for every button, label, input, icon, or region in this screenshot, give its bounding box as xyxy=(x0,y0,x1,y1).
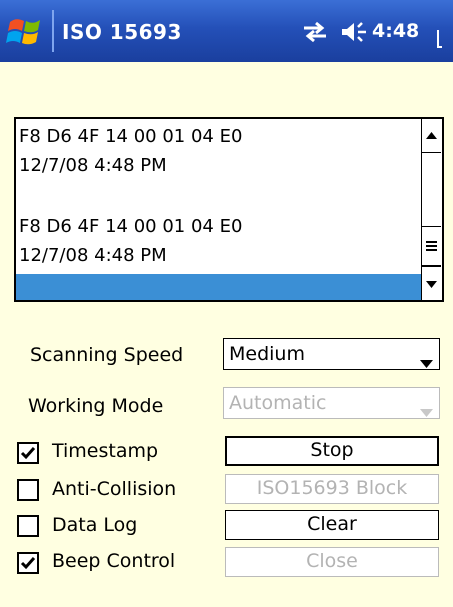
listbox-items: F8 D6 4F 14 00 01 04 E0 12/7/08 4:48 PM … xyxy=(16,119,422,300)
anti-collision-label[interactable]: Anti-Collision xyxy=(52,478,176,500)
chevron-down-icon xyxy=(420,400,433,422)
working-mode-label: Working Mode xyxy=(28,395,164,417)
windows-flag-icon[interactable] xyxy=(6,14,48,50)
beep-control-checkbox[interactable] xyxy=(17,552,39,574)
working-mode-dropdown[interactable]: Automatic xyxy=(223,387,440,419)
timestamp-checkbox[interactable] xyxy=(17,442,39,464)
battery-icon xyxy=(437,30,442,48)
beep-control-label[interactable]: Beep Control xyxy=(52,550,175,572)
list-item[interactable]: F8 D6 4F 14 00 01 04 E0 xyxy=(19,216,242,237)
scanning-speed-value: Medium xyxy=(229,343,305,365)
title-bar: ISO 15693 4:48 xyxy=(0,0,453,62)
scroll-down-button[interactable] xyxy=(422,266,441,300)
timestamp-label[interactable]: Timestamp xyxy=(52,440,158,462)
iso15693-block-button[interactable]: ISO15693 Block xyxy=(225,474,439,504)
clock-time[interactable]: 4:48 xyxy=(372,20,419,42)
clear-button[interactable]: Clear xyxy=(225,510,439,540)
scanning-speed-dropdown[interactable]: Medium xyxy=(223,338,440,370)
vertical-scrollbar[interactable] xyxy=(421,119,442,300)
connectivity-icon[interactable] xyxy=(300,20,330,44)
stop-button[interactable]: Stop xyxy=(225,436,439,466)
list-item[interactable]: 12/7/08 4:48 PM xyxy=(19,155,167,176)
list-item[interactable]: F8 D6 4F 14 00 01 04 E0 xyxy=(19,126,242,147)
volume-icon[interactable] xyxy=(340,20,370,44)
working-mode-value: Automatic xyxy=(229,392,327,414)
app-title: ISO 15693 xyxy=(62,20,182,44)
scroll-up-button[interactable] xyxy=(422,119,441,153)
list-item[interactable]: 12/7/08 4:48 PM xyxy=(19,245,167,266)
anti-collision-checkbox[interactable] xyxy=(17,479,39,501)
tag-data-listbox[interactable]: F8 D6 4F 14 00 01 04 E0 12/7/08 4:48 PM … xyxy=(14,117,444,302)
title-separator xyxy=(52,10,54,52)
scroll-thumb[interactable] xyxy=(422,226,441,266)
chevron-down-icon xyxy=(420,351,433,373)
close-button[interactable]: Close xyxy=(225,547,439,577)
data-log-checkbox[interactable] xyxy=(17,515,39,537)
scanning-speed-label: Scanning Speed xyxy=(30,344,184,366)
data-log-label[interactable]: Data Log xyxy=(52,514,137,536)
list-item-selected[interactable] xyxy=(16,274,422,300)
